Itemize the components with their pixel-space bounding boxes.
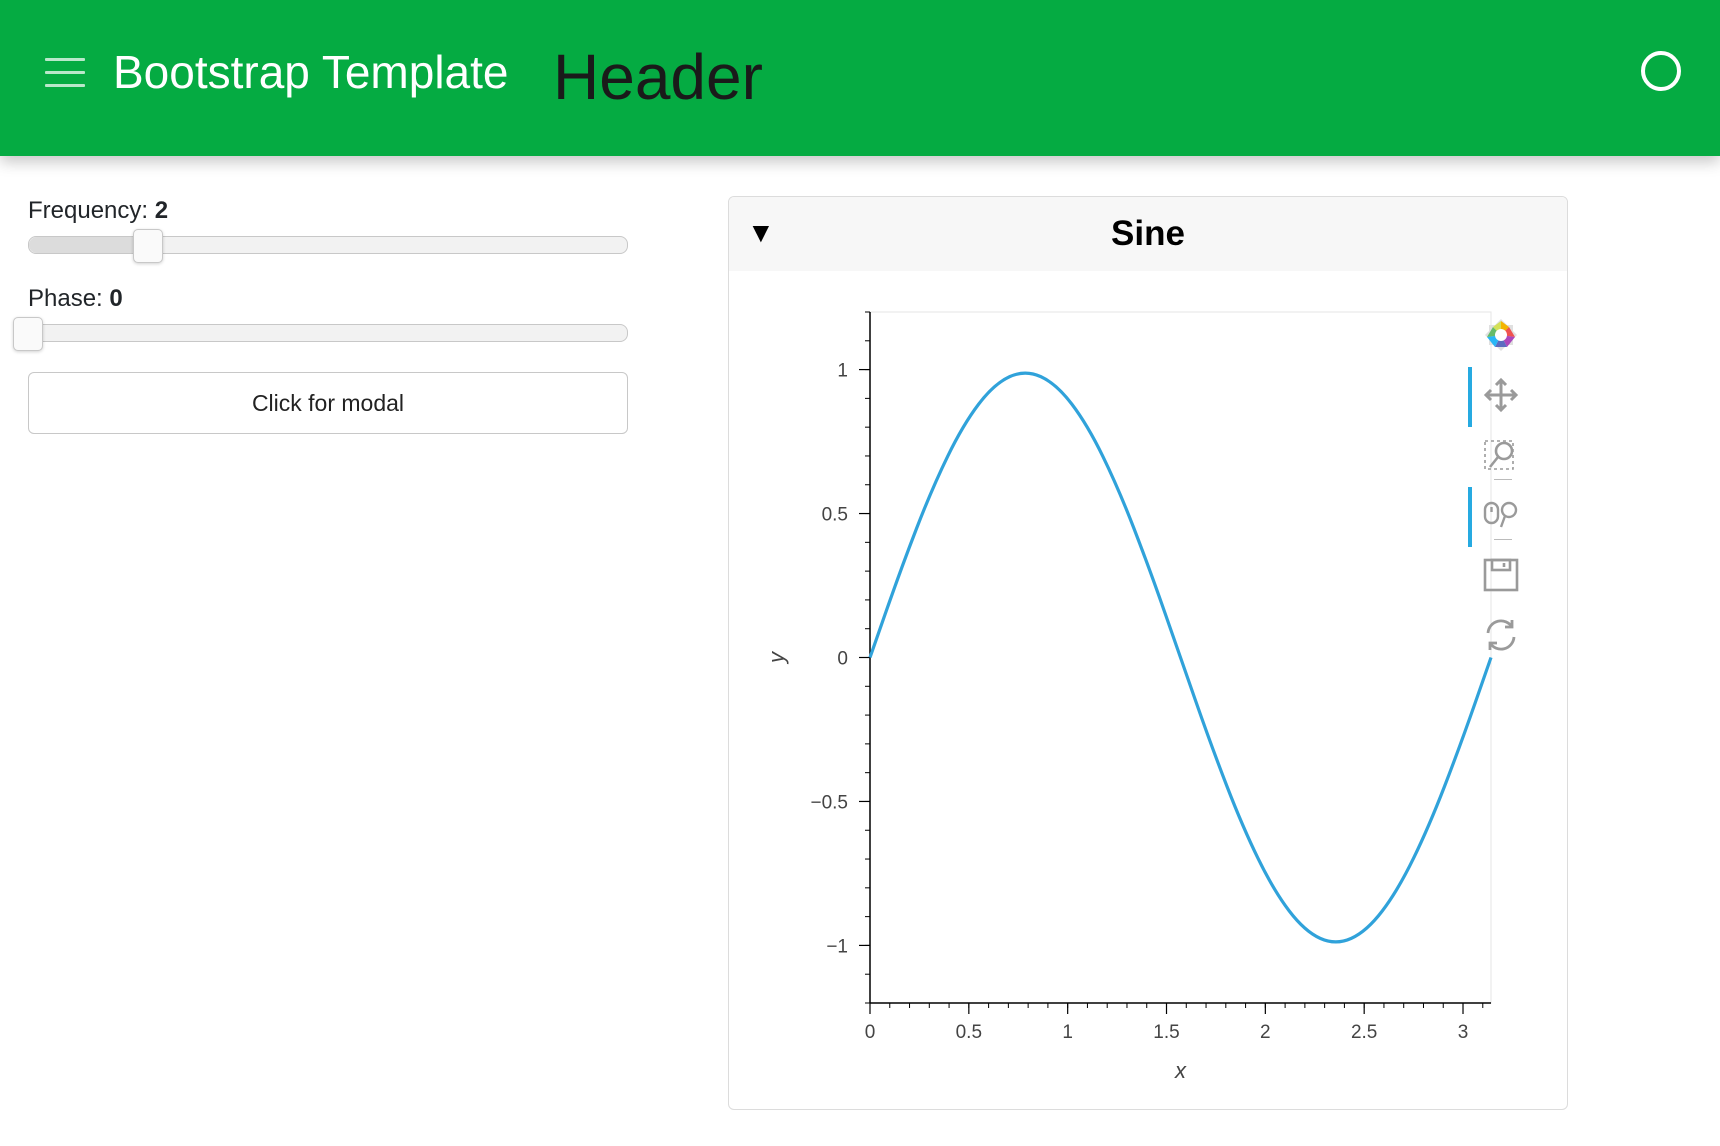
box-zoom-icon[interactable] [1481, 427, 1521, 481]
x-axis-label: x [1174, 1058, 1187, 1083]
app-header: Bootstrap Template Header [0, 0, 1720, 156]
wheel-zoom-active-indicator [1468, 487, 1472, 547]
phase-slider[interactable] [13, 314, 628, 354]
x-tick-label: 2.5 [1351, 1022, 1377, 1043]
reset-icon[interactable] [1481, 607, 1521, 661]
page-header: Header [553, 41, 763, 113]
sine-plot[interactable]: −1 −0.5 0 0.5 1 0 0.5 1 1.5 2 2.5 3 x y [729, 197, 1567, 1109]
x-tick-label: 0.5 [956, 1022, 982, 1043]
plot-card: ▼ Sine −1 −0.5 0 0.5 1 0 0.5 1 1.5 2 2.5 3 x y [728, 196, 1568, 1110]
frequency-label: Frequency: 2 [28, 196, 628, 226]
frequency-value: 2 [154, 197, 169, 224]
y-tick-label: 1 [837, 361, 848, 382]
plot-toolbar [1468, 307, 1521, 667]
frequency-label-text: Frequency: [28, 197, 155, 224]
bokeh-logo-icon[interactable] [1481, 307, 1521, 361]
frequency-slider-fill [29, 237, 149, 254]
frequency-slider-handle[interactable] [132, 229, 163, 263]
hamburger-menu-icon[interactable] [45, 58, 85, 88]
y-tick-label: −1 [826, 936, 848, 957]
sidebar: Frequency: 2 Phase: 0 Click for modal [13, 196, 628, 434]
y-tick-label: 0 [837, 649, 848, 670]
save-icon[interactable] [1481, 547, 1521, 601]
x-tick-label: 2 [1260, 1022, 1271, 1043]
phase-slider-handle[interactable] [13, 317, 43, 351]
toolbar-separator [1494, 539, 1512, 540]
y-tick-label: −0.5 [810, 792, 848, 813]
y-axis-label: y [764, 650, 789, 665]
x-tick-label: 1.5 [1153, 1022, 1179, 1043]
toolbar-separator [1494, 479, 1512, 480]
x-tick-label: 0 [865, 1022, 876, 1043]
phase-value: 0 [109, 285, 123, 312]
phase-slider-track[interactable] [28, 324, 628, 343]
phase-label: Phase: 0 [28, 284, 628, 314]
pan-icon[interactable] [1468, 367, 1521, 427]
x-tick-label: 3 [1458, 1022, 1469, 1043]
y-tick-label: 0.5 [822, 505, 848, 526]
busy-indicator-icon [1641, 51, 1681, 91]
wheel-zoom-icon[interactable] [1468, 487, 1521, 547]
site-title: Bootstrap Template [113, 46, 509, 98]
pan-active-indicator [1468, 367, 1472, 427]
x-tick-label: 1 [1062, 1022, 1073, 1043]
phase-label-text: Phase: [28, 285, 110, 312]
frequency-slider[interactable] [28, 226, 628, 266]
modal-button[interactable]: Click for modal [28, 372, 628, 434]
